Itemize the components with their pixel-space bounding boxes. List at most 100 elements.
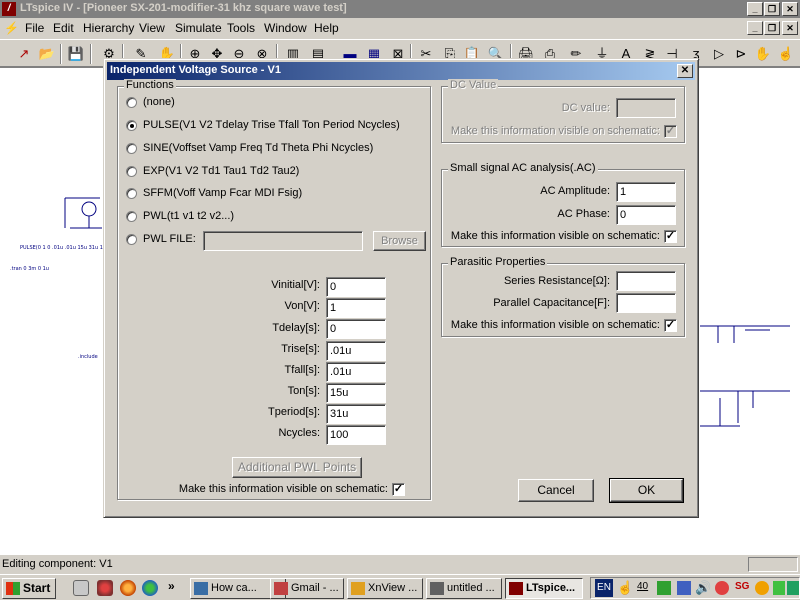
ltspice-app-icon[interactable]: / (2, 2, 16, 16)
radio-pwl-label: PWL(t1 v1 t2 v2...) (143, 210, 235, 222)
menu-file[interactable]: File (25, 21, 44, 35)
task-label: LTspice... (526, 582, 576, 594)
radio-pwl[interactable] (126, 211, 137, 222)
additional-pwl-points-button[interactable]: Additional PWL Points (232, 457, 362, 478)
vinitial-label: Vinitial[V]: (271, 279, 320, 291)
ac-visible-checkbox[interactable]: ✓ (664, 230, 677, 243)
task-icon (274, 582, 288, 595)
browser-icon[interactable] (142, 580, 158, 596)
tfall-label: Tfall[s]: (284, 364, 320, 376)
tdelay-label: Tdelay[s]: (272, 322, 320, 334)
dialog-close-button[interactable]: ✕ (677, 64, 693, 78)
menu-tools[interactable]: Tools (227, 21, 255, 35)
child-close-button[interactable]: ✕ (782, 21, 798, 35)
child-minimize-button[interactable]: _ (747, 21, 763, 35)
task-label: Gmail - ... (291, 582, 339, 594)
radio-none-label: (none) (143, 96, 175, 108)
menu-help[interactable]: Help (314, 21, 339, 35)
ac-analysis-group: Small signal AC analysis(.AC) AC Amplitu… (441, 162, 685, 247)
ncycles-field[interactable]: 100 (326, 425, 386, 445)
series-resistance-field[interactable] (616, 271, 676, 291)
task-label: XnView ... (368, 582, 418, 594)
drag-hand-icon[interactable]: ☝ (776, 44, 796, 64)
start-label: Start (23, 581, 51, 595)
radio-exp-label: EXP(V1 V2 Td1 Tau1 Td2 Tau2) (143, 165, 300, 177)
system-tray: EN ☝ 40 🔊 SG (590, 577, 800, 599)
antivirus-icon[interactable] (715, 581, 729, 595)
open-icon[interactable]: 📂 (37, 44, 57, 64)
start-button[interactable]: Start (2, 578, 56, 599)
schematic-text: PULSE(0 1 0 .01u .01u 15u 31u 100) (20, 245, 112, 251)
ok-button[interactable]: OK (609, 478, 684, 503)
task-label: How ca... (211, 582, 257, 594)
move-hand-icon[interactable]: ✋ (753, 44, 773, 64)
ton-label: Ton[s]: (287, 385, 320, 397)
task-xnview[interactable]: XnView ... (347, 578, 423, 599)
tperiod-field[interactable]: 31u (326, 404, 386, 424)
radio-pulse[interactable] (126, 120, 137, 131)
save-icon[interactable]: 💾 (66, 44, 86, 64)
windows-logo-icon (6, 582, 20, 595)
radio-none[interactable] (126, 97, 137, 108)
child-restore-button[interactable]: ❐ (764, 21, 780, 35)
media-player-icon[interactable] (97, 580, 113, 596)
cancel-button[interactable]: Cancel (518, 479, 594, 502)
radio-sffm[interactable] (126, 188, 137, 199)
dc-visible-checkbox[interactable]: ✓ (664, 125, 677, 138)
network-icon[interactable] (657, 581, 671, 595)
functions-group: Functions (none) PULSE(V1 V2 Tdelay Tris… (117, 79, 431, 500)
language-indicator[interactable]: EN (595, 579, 613, 597)
tdelay-field[interactable]: 0 (326, 319, 386, 339)
ac-amplitude-field[interactable]: 1 (616, 182, 676, 202)
show-desktop-icon[interactable] (73, 580, 89, 596)
pwl-file-field[interactable] (203, 231, 363, 251)
update-icon[interactable] (755, 581, 769, 595)
task-ltspice[interactable]: LTspice... (505, 578, 583, 599)
radio-sine[interactable] (126, 143, 137, 154)
radio-exp[interactable] (126, 166, 137, 177)
radio-sffm-label: SFFM(Voff Vamp Fcar MDI Fsig) (143, 187, 303, 199)
close-button[interactable]: ✕ (782, 2, 798, 16)
functions-visible-label: Make this information visible on schemat… (178, 483, 388, 495)
trise-field[interactable]: .01u (326, 341, 386, 361)
firefox-icon[interactable] (120, 580, 136, 596)
menu-view[interactable]: View (139, 21, 165, 35)
restore-button[interactable]: ❐ (764, 2, 780, 16)
ton-field[interactable]: 15u (326, 383, 386, 403)
menu-window[interactable]: Window (264, 21, 307, 35)
vinitial-field[interactable]: 0 (326, 277, 386, 297)
volume-icon[interactable]: 🔊 (695, 580, 711, 596)
menu-edit[interactable]: Edit (53, 21, 74, 35)
app-title-bar: / LTspice IV - [Pioneer SX-201-modifier-… (0, 0, 800, 18)
functions-group-label: Functions (124, 79, 176, 91)
hand-icon[interactable]: ☝ (617, 580, 633, 596)
component-icon[interactable]: ⊳ (731, 44, 751, 64)
menu-simulate[interactable]: Simulate (175, 21, 222, 35)
task-untitled[interactable]: untitled ... (426, 578, 502, 599)
menu-hierarchy[interactable]: Hierarchy (83, 21, 134, 35)
tfall-field[interactable]: .01u (326, 362, 386, 382)
sg-icon[interactable]: SG (735, 581, 749, 592)
parallel-capacitance-field[interactable] (616, 293, 676, 313)
status-bar: Editing component: V1 (0, 554, 800, 574)
bluetooth-icon[interactable] (677, 581, 691, 595)
series-resistance-label: Series Resistance[Ω]: (503, 275, 610, 287)
sync-icon[interactable] (787, 581, 799, 595)
parasitic-visible-checkbox[interactable]: ✓ (664, 319, 677, 332)
dc-value-field[interactable] (616, 98, 676, 118)
child-window-icon[interactable]: ⚡ (4, 21, 19, 35)
browse-button[interactable]: Browse (373, 231, 426, 251)
diode-icon[interactable]: ▷ (709, 44, 729, 64)
radio-pwl-file[interactable] (126, 234, 137, 245)
tray-number: 40 (637, 581, 649, 592)
dc-visible-label: Make this information visible on schemat… (450, 125, 660, 137)
von-field[interactable]: 1 (326, 298, 386, 318)
run-icon[interactable]: ↗ (14, 44, 34, 64)
chevron-right-icon[interactable]: » (168, 579, 175, 593)
minimize-button[interactable]: _ (747, 2, 763, 16)
functions-visible-checkbox[interactable]: ✓ (392, 483, 405, 496)
parallel-capacitance-label: Parallel Capacitance[F]: (493, 297, 610, 309)
ac-phase-field[interactable]: 0 (616, 205, 676, 225)
monitor-icon[interactable] (773, 581, 785, 595)
task-gmail[interactable]: Gmail - ... (270, 578, 344, 599)
